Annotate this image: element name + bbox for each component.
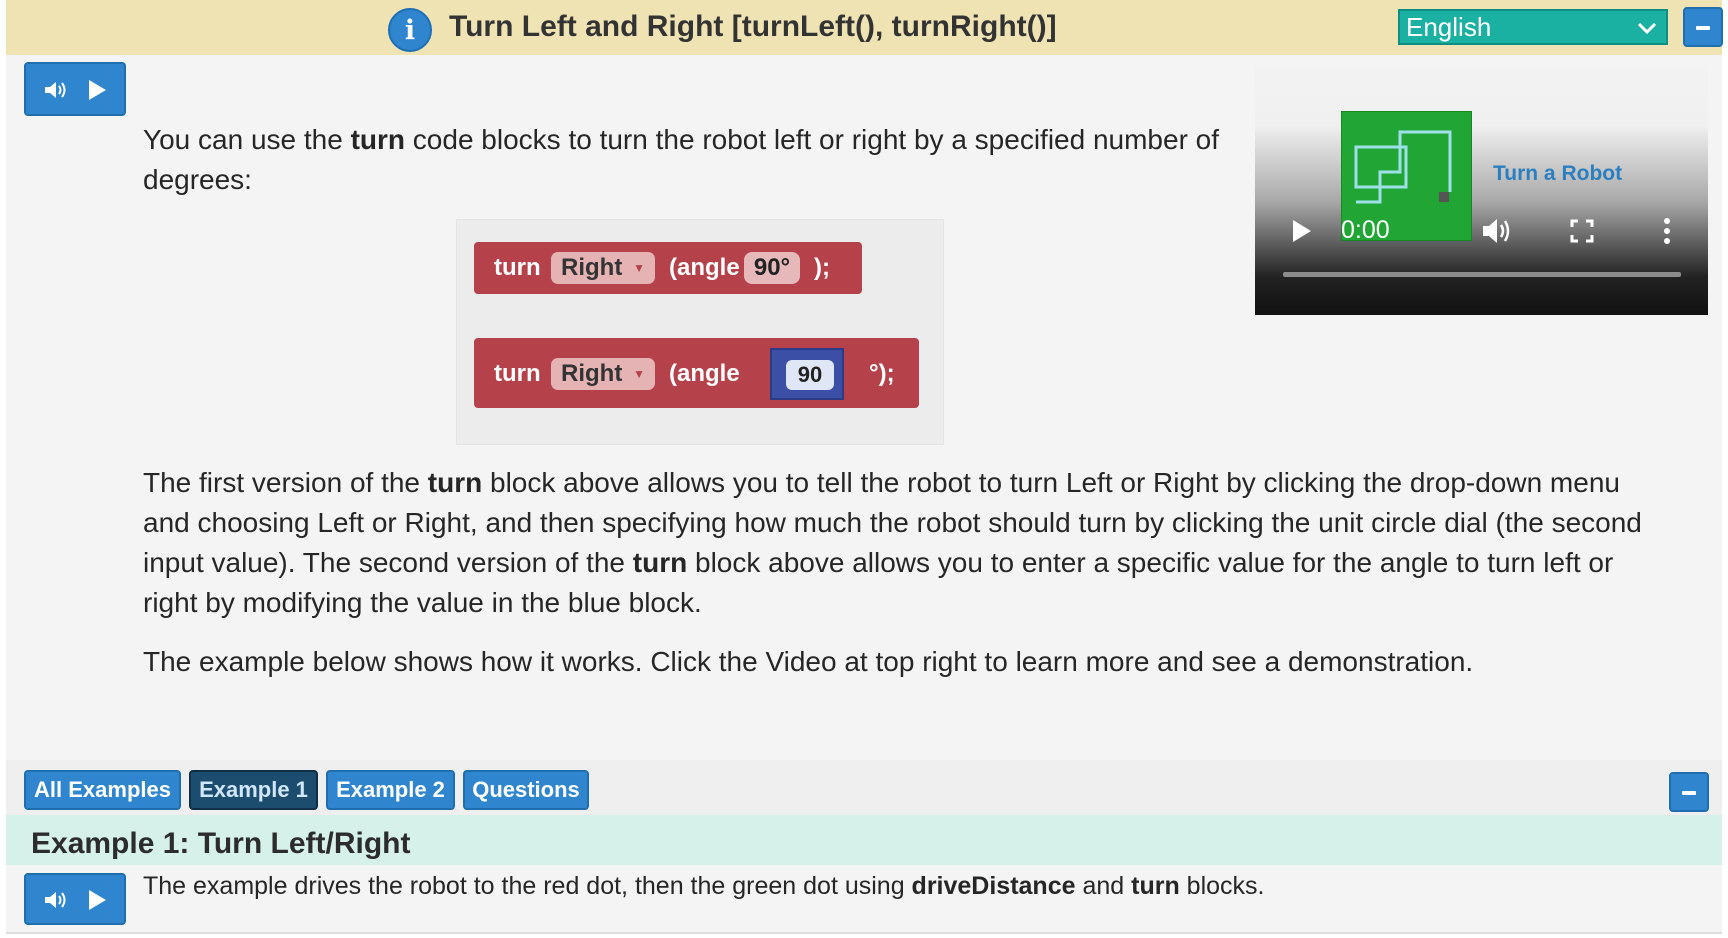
video-player[interactable]: Turn a Robot 0:00 xyxy=(1255,62,1708,315)
example-description: The example drives the robot to the red … xyxy=(143,872,1265,900)
example-audio-play-button[interactable] xyxy=(24,873,126,925)
collapse-examples-button[interactable] xyxy=(1669,772,1709,812)
page-title: Turn Left and Right [turnLeft(), turnRig… xyxy=(449,10,1057,43)
turn-blocks-image: turn Right ▼ (angle 90° ); turn Right ▼ (a… xyxy=(456,219,944,445)
example-header: Example 1: Turn Left/Right xyxy=(6,815,1722,865)
audio-play-button[interactable] xyxy=(24,62,126,116)
turn-block-dial: turn Right ▼ (angle 90° ); xyxy=(474,242,862,294)
minus-icon xyxy=(1696,26,1710,30)
tab-questions[interactable]: Questions xyxy=(463,770,589,810)
dropdown-arrow-icon: ▼ xyxy=(633,367,645,381)
direction-dropdown: Right ▼ xyxy=(551,358,655,390)
speaker-icon xyxy=(45,892,66,908)
minus-icon xyxy=(1682,791,1696,795)
tab-all-examples[interactable]: All Examples xyxy=(24,770,181,810)
fullscreen-icon[interactable] xyxy=(1569,218,1595,244)
dropdown-arrow-icon: ▼ xyxy=(633,261,645,275)
number-block: 90 xyxy=(770,348,844,400)
angle-dial-value: 90° xyxy=(744,252,800,284)
chevron-down-icon xyxy=(1637,22,1657,35)
play-icon xyxy=(89,890,106,910)
volume-icon[interactable] xyxy=(1481,216,1513,246)
more-options-icon[interactable] xyxy=(1662,216,1672,246)
tab-example-1[interactable]: Example 1 xyxy=(189,770,318,810)
info-icon[interactable]: i xyxy=(388,8,432,52)
play-icon[interactable] xyxy=(1291,218,1313,244)
intro-paragraph: You can use the turn code blocks to turn… xyxy=(143,124,1220,195)
video-progress-bar[interactable] xyxy=(1283,272,1681,277)
explanation-paragraph: The first version of the turn block abov… xyxy=(143,467,1642,618)
collapse-header-button[interactable] xyxy=(1683,7,1723,47)
language-select-value: English xyxy=(1406,12,1492,42)
example-title: Example 1: Turn Left/Right xyxy=(31,827,411,860)
example-intro-paragraph: The example below shows how it works. Cl… xyxy=(143,646,1474,677)
language-select[interactable]: English xyxy=(1398,9,1668,45)
play-icon xyxy=(89,80,106,100)
turn-block-number: turn Right ▼ (angle 90 °); xyxy=(474,338,919,408)
video-time: 0:00 xyxy=(1341,216,1390,244)
direction-dropdown: Right ▼ xyxy=(551,252,655,284)
speaker-icon xyxy=(45,82,66,98)
video-title: Turn a Robot xyxy=(1493,162,1623,185)
lesson-header: i Turn Left and Right [turnLeft(), turnR… xyxy=(6,0,1723,55)
number-block-value: 90 xyxy=(786,360,834,390)
tab-example-2[interactable]: Example 2 xyxy=(326,770,455,810)
